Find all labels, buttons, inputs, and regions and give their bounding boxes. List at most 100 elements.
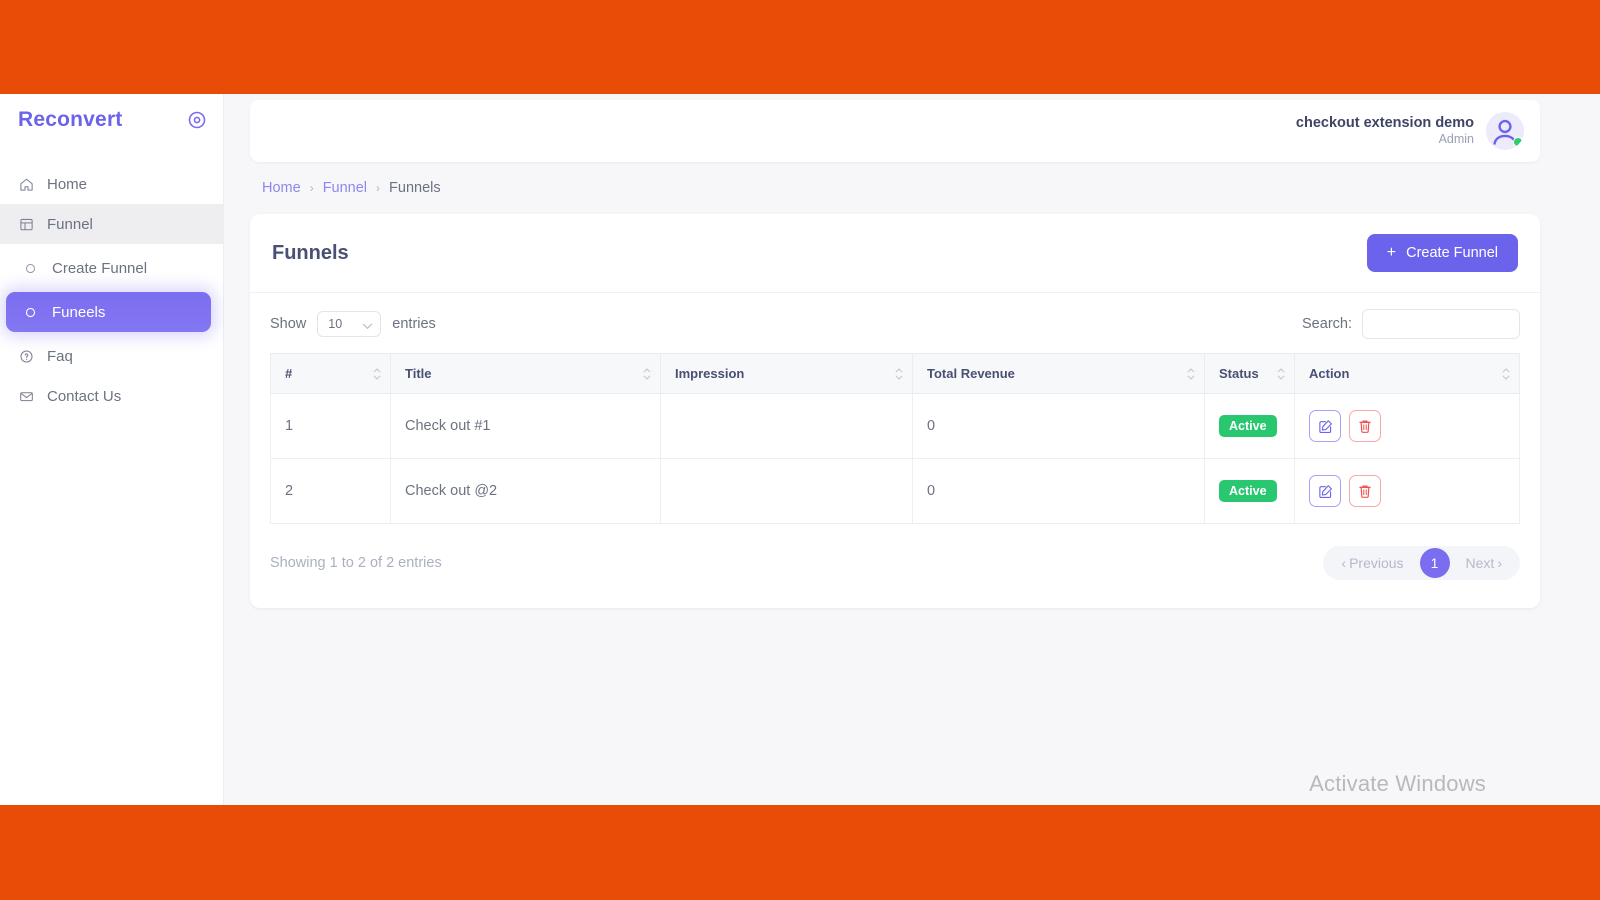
delete-row-button[interactable] — [1349, 475, 1381, 507]
chevron-left-icon: ‹ — [1341, 555, 1346, 571]
sort-icon — [895, 368, 903, 380]
sidebar-item-contact-us[interactable]: Contact Us — [0, 376, 223, 416]
table-header-row: # Title — [271, 354, 1520, 394]
column-label: Impression — [675, 366, 744, 381]
table-tools: Show 10 entries Search: — [250, 293, 1540, 349]
circle-icon — [24, 262, 36, 274]
circle-icon — [24, 306, 36, 318]
row-actions — [1309, 475, 1505, 507]
pagination-previous-label: Previous — [1349, 555, 1403, 571]
edit-icon — [1318, 419, 1333, 434]
cell-action — [1295, 459, 1520, 524]
sidebar-item-label: Funeels — [52, 304, 105, 321]
sidebar-item-label: Faq — [47, 348, 73, 365]
cell-impression — [661, 394, 913, 459]
pagination: ‹ Previous 1 Next › — [1323, 546, 1520, 580]
sort-icon — [1187, 368, 1195, 380]
search-input[interactable] — [1362, 309, 1520, 339]
pagination-next-label: Next — [1466, 555, 1495, 571]
column-label: Status — [1219, 366, 1259, 381]
cell-status: Active — [1205, 394, 1295, 459]
show-label: Show — [270, 316, 306, 332]
search-label: Search: — [1302, 316, 1352, 332]
sidebar-item-faq[interactable]: Faq — [0, 336, 223, 376]
cell-action — [1295, 394, 1520, 459]
column-label: Action — [1309, 366, 1349, 381]
card-header: Funnels + Create Funnel — [250, 214, 1540, 293]
table-head: # Title — [271, 354, 1520, 394]
pagination-next[interactable]: Next › — [1454, 546, 1514, 580]
create-funnel-button[interactable]: + Create Funnel — [1367, 234, 1518, 272]
column-header-title[interactable]: Title — [391, 354, 661, 394]
activate-windows-watermark: Activate Windows — [1309, 771, 1486, 797]
table-row: 1 Check out #1 0 Active — [271, 394, 1520, 459]
app-shell: Reconvert Home — [0, 94, 1600, 805]
funnels-table: # Title — [270, 353, 1520, 524]
dot-circle-icon[interactable] — [187, 110, 207, 130]
row-actions — [1309, 410, 1505, 442]
status-dot — [1513, 137, 1523, 147]
cell-title: Check out #1 — [391, 394, 661, 459]
sidebar: Reconvert Home — [0, 94, 224, 805]
column-header-total-revenue[interactable]: Total Revenue — [913, 354, 1205, 394]
cell-status: Active — [1205, 459, 1295, 524]
breadcrumb-item-funnel[interactable]: Funnel — [323, 180, 367, 196]
sort-icon — [1502, 368, 1510, 380]
sidebar-item-funeels[interactable]: Funeels — [6, 292, 211, 332]
pagination-previous[interactable]: ‹ Previous — [1329, 546, 1415, 580]
sort-icon — [373, 368, 381, 380]
column-header-status[interactable]: Status — [1205, 354, 1295, 394]
question-circle-icon — [18, 348, 34, 364]
user-profile[interactable]: checkout extension demo Admin — [1296, 112, 1524, 150]
page-size-select[interactable]: 10 — [317, 311, 381, 337]
sidebar-item-home[interactable]: Home — [0, 164, 223, 204]
edit-row-button[interactable] — [1309, 410, 1341, 442]
main-content: checkout extension demo Admin Home › Fun… — [224, 94, 1600, 805]
column-header-impression[interactable]: Impression — [661, 354, 913, 394]
home-icon — [18, 176, 34, 192]
plus-icon: + — [1387, 245, 1396, 261]
show-entries: Show 10 entries — [270, 311, 436, 337]
entries-label: entries — [392, 316, 436, 332]
breadcrumb-item-funnels: Funnels — [389, 180, 441, 196]
entries-info: Showing 1 to 2 of 2 entries — [270, 555, 442, 571]
topbar: checkout extension demo Admin — [250, 100, 1540, 162]
column-header-index[interactable]: # — [271, 354, 391, 394]
sidebar-item-label: Home — [47, 176, 87, 193]
sidebar-item-label: Create Funnel — [52, 260, 147, 277]
cell-title: Check out @2 — [391, 459, 661, 524]
avatar[interactable] — [1486, 112, 1524, 150]
cell-impression — [661, 459, 913, 524]
user-role: Admin — [1296, 132, 1474, 148]
sidebar-item-label: Funnel — [47, 216, 93, 233]
edit-row-button[interactable] — [1309, 475, 1341, 507]
chevron-down-icon — [362, 320, 373, 334]
layout-icon — [18, 216, 34, 232]
sidebar-item-label: Contact Us — [47, 388, 121, 405]
user-name: checkout extension demo — [1296, 114, 1474, 132]
sidebar-brand-row: Reconvert — [0, 94, 223, 146]
search-area: Search: — [1302, 309, 1520, 339]
page-title: Funnels — [272, 242, 349, 265]
column-label: Total Revenue — [927, 366, 1015, 381]
column-label: Title — [405, 366, 432, 381]
breadcrumb-item-home[interactable]: Home — [262, 180, 301, 196]
pagination-page-1[interactable]: 1 — [1420, 548, 1450, 578]
page-size-value: 10 — [328, 317, 342, 331]
delete-row-button[interactable] — [1349, 410, 1381, 442]
sidebar-nav: Home Funnel Create Fun — [0, 164, 223, 416]
table-body: 1 Check out #1 0 Active — [271, 394, 1520, 524]
sort-icon — [1277, 368, 1285, 380]
cell-total-revenue: 0 — [913, 459, 1205, 524]
table-row: 2 Check out @2 0 Active — [271, 459, 1520, 524]
sidebar-item-create-funnel[interactable]: Create Funnel — [6, 248, 211, 288]
cell-index: 1 — [271, 394, 391, 459]
sidebar-item-funnel[interactable]: Funnel — [0, 204, 223, 244]
sort-icon — [643, 368, 651, 380]
cell-total-revenue: 0 — [913, 394, 1205, 459]
create-funnel-label: Create Funnel — [1406, 245, 1498, 261]
envelope-icon — [18, 388, 34, 404]
funnels-card: Funnels + Create Funnel Show 10 entries — [250, 214, 1540, 608]
status-badge: Active — [1219, 480, 1277, 502]
column-header-action[interactable]: Action — [1295, 354, 1520, 394]
